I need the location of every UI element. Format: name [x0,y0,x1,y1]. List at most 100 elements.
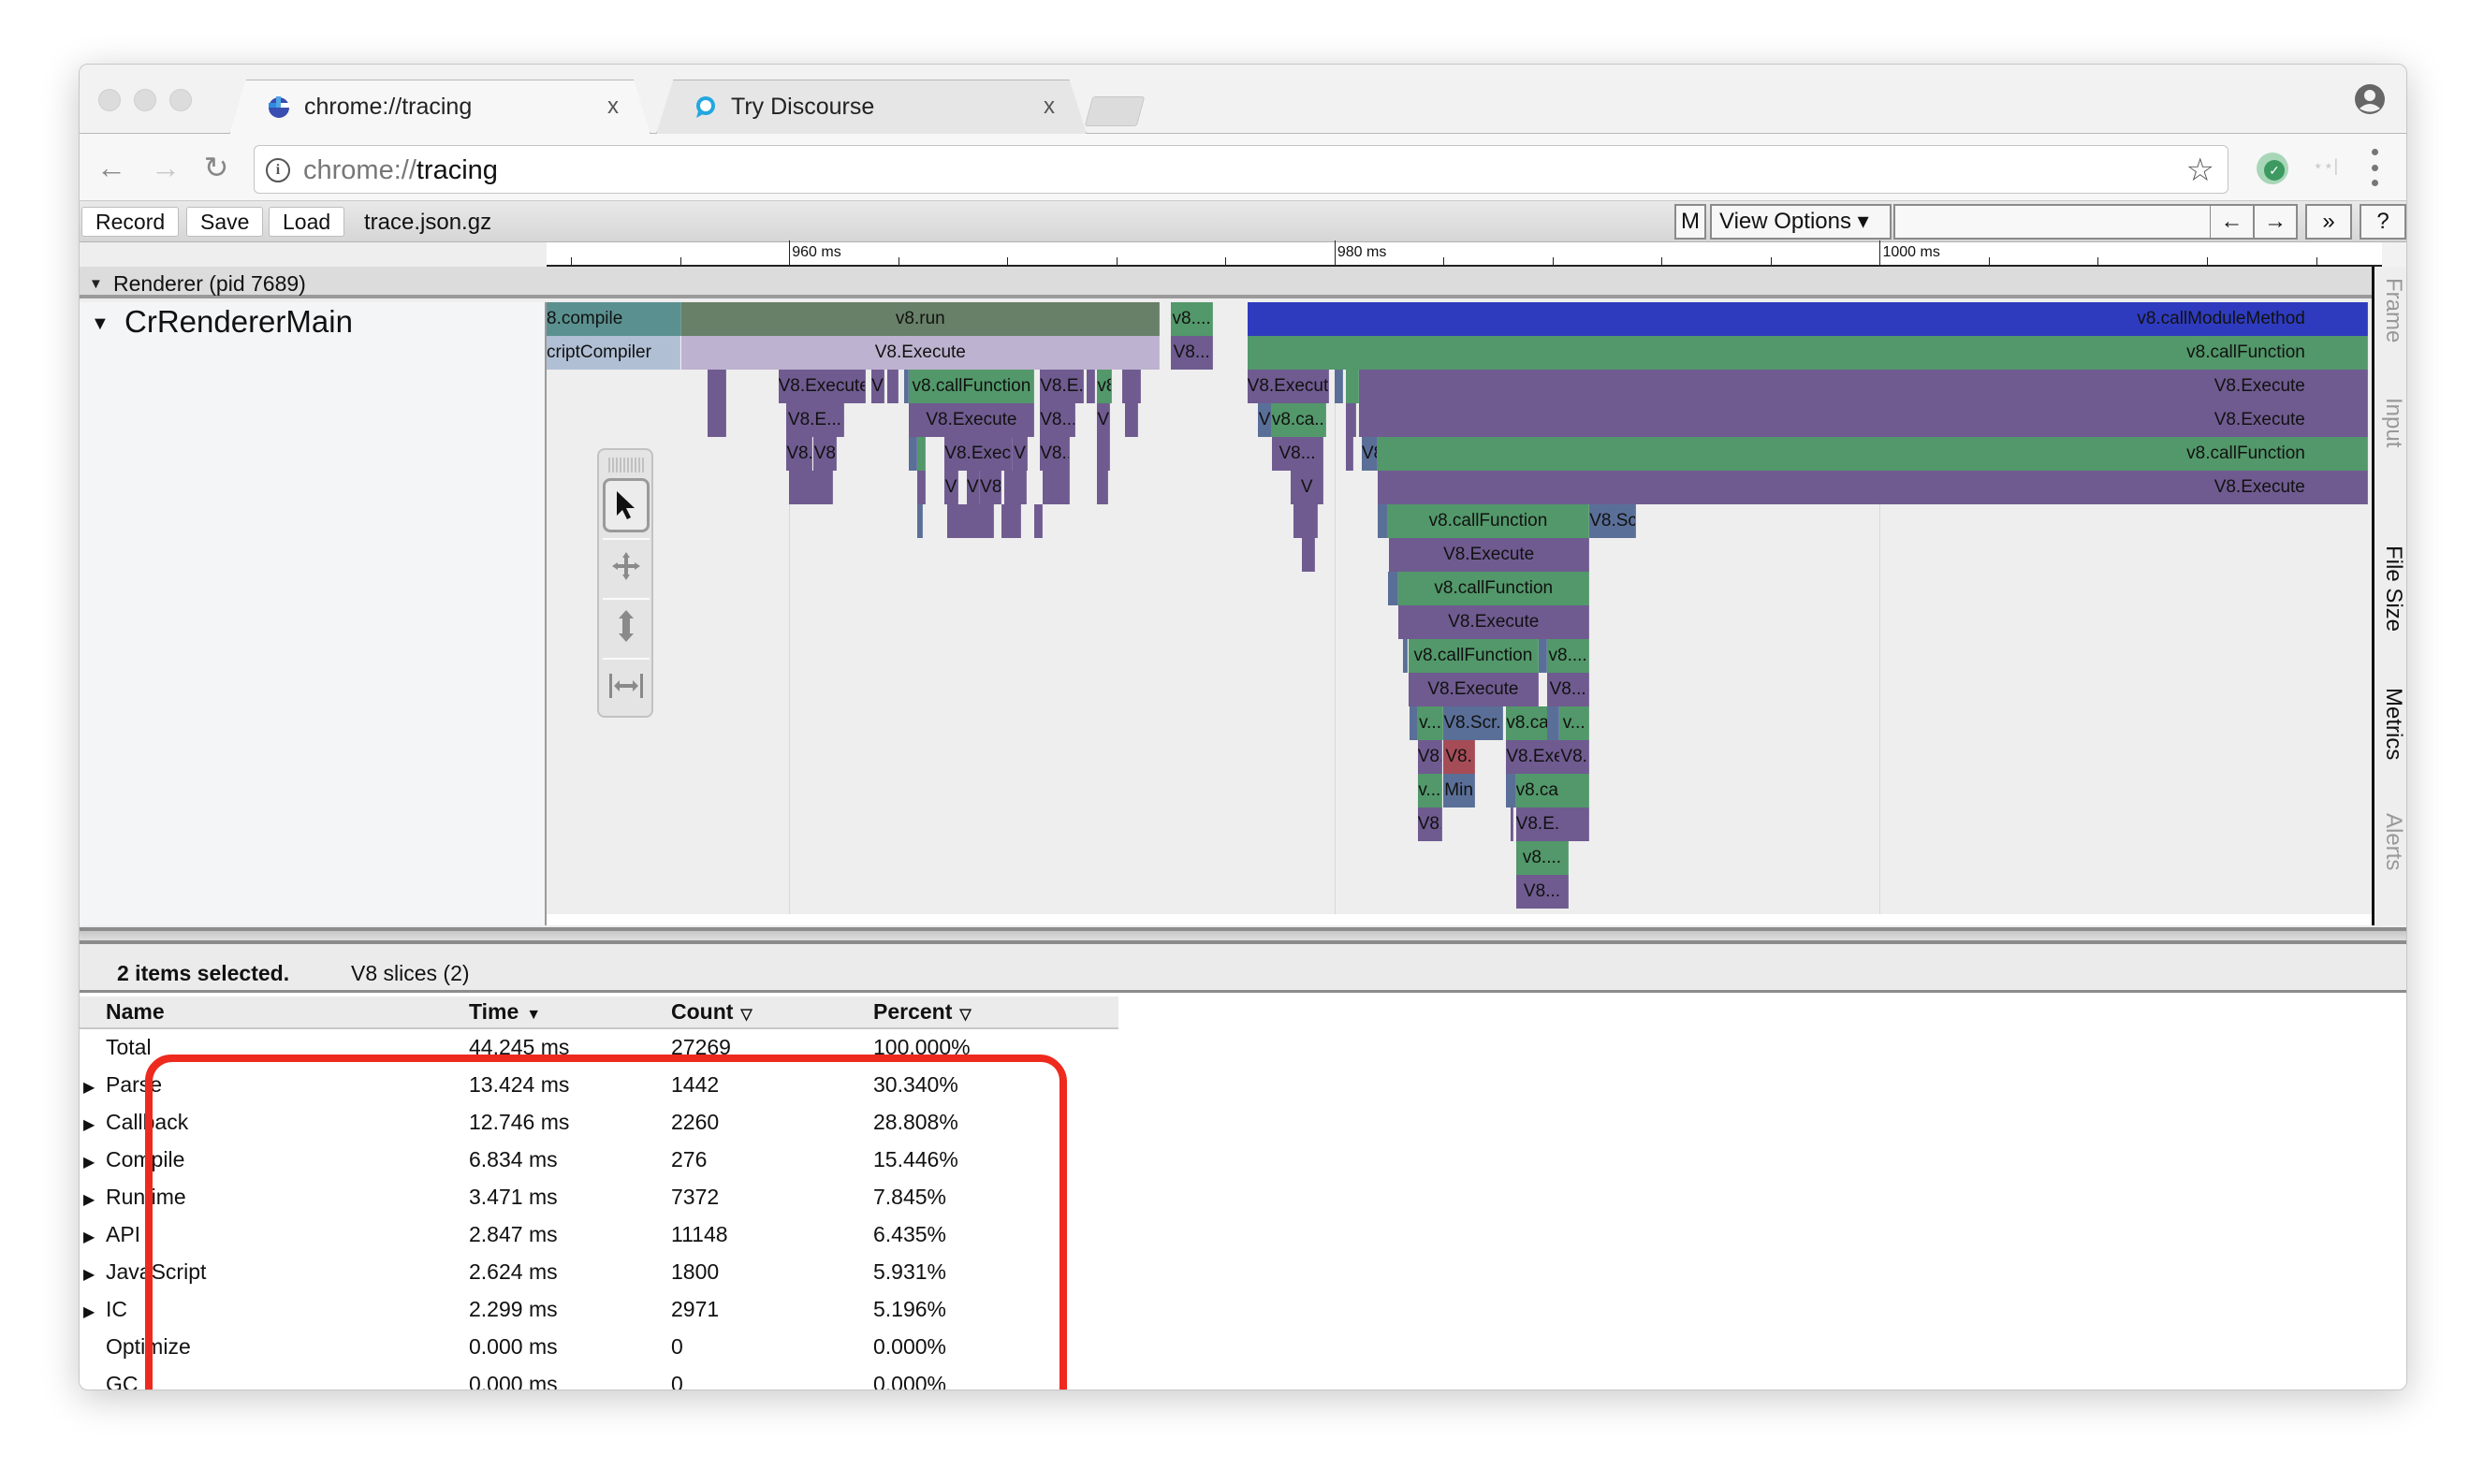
trace-slice[interactable] [1301,538,1316,572]
trace-slice[interactable]: V8. [980,471,1002,504]
trace-slice[interactable] [1097,471,1109,504]
column-header-count[interactable]: Count ▽ [671,997,873,1029]
trace-slice[interactable]: V [1258,403,1272,437]
trace-slice[interactable]: v... [1559,706,1590,740]
table-row[interactable]: ▶ IC 2.299 ms 2971 5.196% [80,1290,1118,1328]
expand-triangle-icon[interactable]: ▶ [83,1228,102,1246]
table-row[interactable]: ▶ Callback 12.746 ms 2260 28.808% [80,1103,1118,1141]
trace-slice[interactable]: 8.compile [547,302,682,336]
tab-try-discourse[interactable]: Try Discourse x [656,80,1087,134]
thread-label[interactable]: ▼ CrRendererMain [80,302,547,925]
side-tab-input[interactable]: Input [2380,398,2406,447]
trace-slice[interactable]: V8.Execute [1398,605,1590,639]
tab-close-button[interactable]: x [1044,94,1055,120]
site-info-icon[interactable]: i [266,158,290,182]
metadata-button[interactable]: M [1674,204,1706,240]
trace-slice[interactable]: V8... [1040,437,1071,471]
close-window-button[interactable] [98,89,121,111]
table-row[interactable]: ▶ API 2.847 ms 11148 6.435% [80,1215,1118,1253]
trace-slice[interactable] [1378,504,1388,538]
column-header-percent[interactable]: Percent ▽ [873,997,1118,1029]
trace-slice[interactable]: V8. [1443,740,1475,774]
trace-slice[interactable]: v... [1417,706,1444,740]
trace-slice[interactable]: V8.Execute [778,370,866,403]
trace-slice[interactable] [1345,370,1360,403]
expand-triangle-icon[interactable]: ▶ [83,1115,102,1134]
trace-slice[interactable] [947,504,994,538]
new-tab-button[interactable] [1084,96,1146,126]
column-header-name[interactable]: Name [80,997,469,1029]
selection-type-tab[interactable]: V8 slices (2) [351,961,470,986]
trace-slice[interactable]: V [870,370,885,403]
trace-slice[interactable] [909,437,918,471]
trace-slice[interactable]: V8... [1547,673,1590,706]
trace-slice[interactable]: v8.callFunction [1378,437,2368,471]
trace-slice[interactable] [1510,807,1513,841]
trace-slice[interactable] [1506,774,1516,807]
trace-slice[interactable]: V8.Execute [1359,403,2368,437]
load-button[interactable]: Load [269,207,345,237]
trace-slice[interactable]: v8.ca... [1271,403,1327,437]
trace-slice[interactable] [1559,807,1590,841]
trace-slice[interactable]: V8. [1417,807,1442,841]
collapse-triangle-icon[interactable]: ▼ [89,276,103,292]
trace-slice[interactable]: V [1291,471,1324,504]
side-tab-alerts[interactable]: Alerts [2380,813,2406,870]
expand-triangle-icon[interactable]: ▶ [83,1153,102,1171]
trace-slice[interactable]: V8.Execute [1247,370,1330,403]
expand-triangle-icon[interactable]: ▶ [83,1302,102,1321]
trace-slice[interactable] [917,504,923,538]
trace-slice[interactable]: V8.Scr [1589,504,1636,538]
trace-slice[interactable]: v8.callFunction [909,370,1035,403]
tab-close-button[interactable]: x [607,94,619,120]
trace-slice[interactable]: V [966,471,981,504]
trace-slice[interactable]: V8.Execute [1378,471,2368,504]
tab-tracing[interactable]: chrome://tracing x [229,80,650,134]
expand-triangle-icon[interactable]: ▶ [83,1265,102,1284]
trace-slice[interactable] [1409,706,1418,740]
process-header[interactable]: ▼ Renderer (pid 7689) [80,267,2382,298]
trace-slice[interactable] [1345,403,1357,437]
side-tab-frame[interactable]: Frame [2380,278,2406,342]
time-ruler[interactable]: 960 ms 980 ms 1000 ms [547,240,2382,267]
trace-slice[interactable]: V [1013,437,1029,471]
extension-icon[interactable]: ⋆⋆| [2313,156,2338,176]
table-row[interactable]: ▶ Runtime 3.471 ms 7372 7.845% [80,1178,1118,1215]
timing-tool-button[interactable] [603,658,650,712]
address-text[interactable]: chrome://tracing [303,155,498,186]
back-button[interactable]: ← [95,151,128,184]
side-panel-toggle-button[interactable]: » [2305,204,2352,240]
trace-slice[interactable]: V8. [1417,740,1442,774]
trace-slice[interactable]: V8.E... [786,403,844,437]
trace-slice[interactable]: V8.E... [1040,370,1084,403]
trace-slice[interactable]: V8... [1040,403,1076,437]
trace-slice[interactable]: V8.Execute [944,437,1014,471]
trace-slice[interactable]: Min [1443,774,1475,807]
trace-slice[interactable]: v8.... [1547,639,1590,673]
trace-slice[interactable]: V8.Execute [1389,538,1590,572]
trace-slice[interactable]: V8 [1097,403,1110,437]
pan-tool-button[interactable] [603,538,650,592]
trace-slice[interactable]: V8.Execute [1408,673,1540,706]
trace-slice[interactable]: v8.callFunction [1408,639,1540,673]
trace-slice[interactable]: V8... [1171,336,1214,370]
reload-button[interactable]: ↻ [199,151,233,184]
trace-slice[interactable]: V [944,471,958,504]
trace-slice[interactable]: V8.Execute [1359,370,2368,403]
zoom-tool-button[interactable] [603,598,650,652]
trace-slice[interactable]: v8.... [1515,841,1570,875]
save-button[interactable]: Save [186,207,264,237]
table-row[interactable]: ▶ Compile 6.834 ms 276 15.446% [80,1141,1118,1178]
trace-slice[interactable]: v8.... [1171,302,1214,336]
flame-chart-track[interactable]: 8.compile v8.run criptCompiler V8.Execute v8… [547,302,2372,914]
trace-slice[interactable] [1121,370,1142,403]
trace-slice[interactable] [917,471,926,504]
trace-slice[interactable]: V8... [1515,875,1570,909]
trace-slice[interactable] [1293,504,1319,538]
trace-slice[interactable] [1559,774,1590,807]
trace-slice[interactable] [1387,572,1399,605]
side-tab-metrics[interactable]: Metrics [2380,688,2406,760]
bookmark-star-icon[interactable]: ☆ [2186,152,2214,189]
trace-slice[interactable] [707,370,727,403]
extension-check-icon[interactable]: ✓ [2257,153,2288,184]
